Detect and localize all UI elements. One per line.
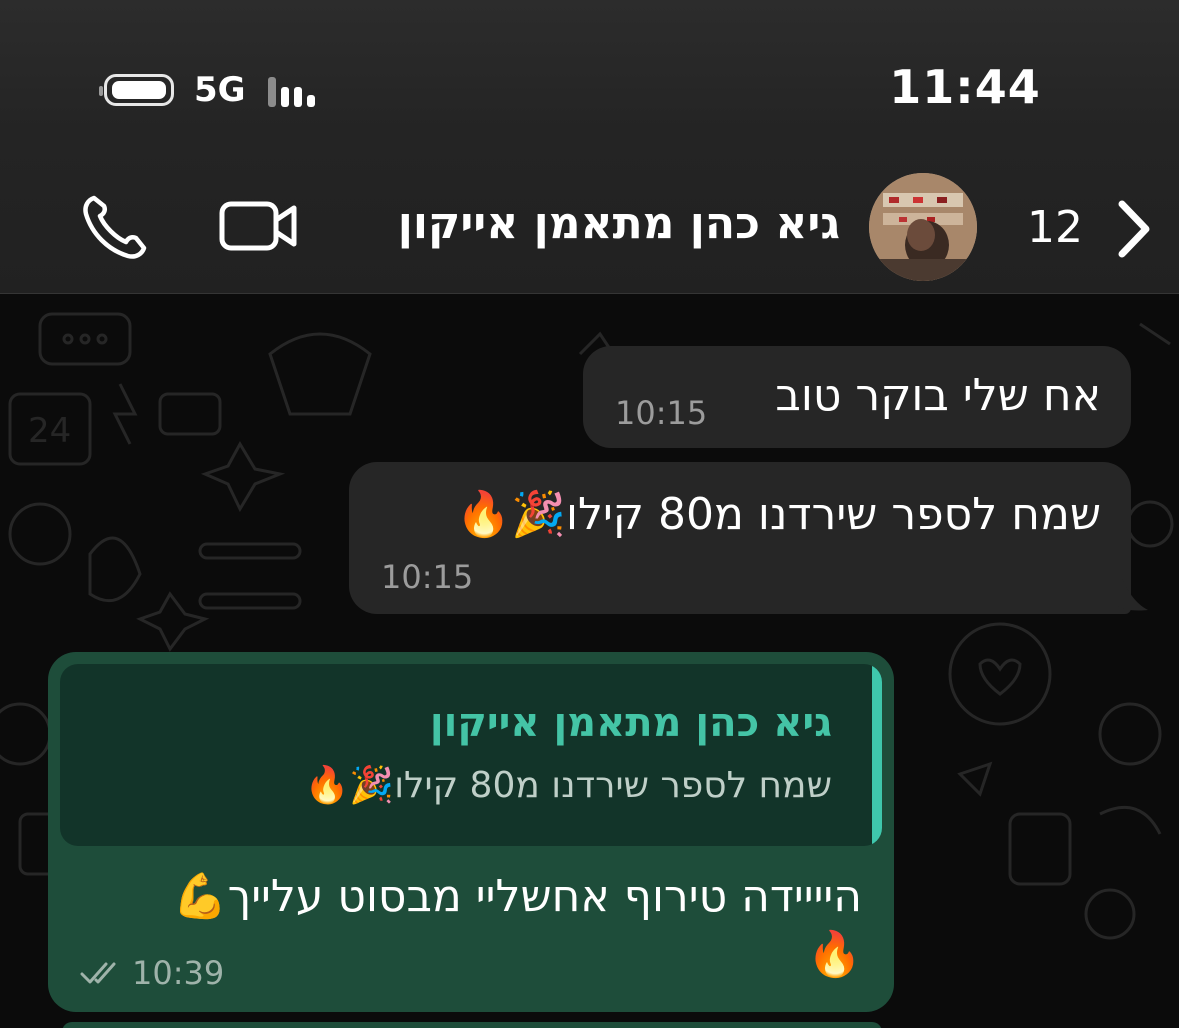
bubble-tail: [1118, 578, 1148, 611]
phone-icon[interactable]: [80, 192, 150, 262]
message-bubble-outgoing[interactable]: גיא כהן מתאמן אייקון שמח לספר שירדנו מ80…: [48, 652, 894, 1012]
message-text: אח שלי בוקר טוב: [775, 370, 1101, 421]
message-text-line2: 🔥: [807, 929, 862, 980]
unread-count[interactable]: 12: [1020, 202, 1090, 253]
message-text: שמח לספר שירדנו מ80 קילו🎉🔥: [456, 489, 1101, 540]
message-text: היייידה טירוף אחשליי מבסוט עלייך💪: [172, 871, 862, 922]
message-bubble-incoming[interactable]: שמח לספר שירדנו מ80 קילו🎉🔥 10:15: [349, 462, 1131, 614]
quote-author: גיא כהן מתאמן אייקון: [429, 700, 832, 746]
read-ticks-icon: [80, 962, 116, 984]
message-bubble-incoming[interactable]: אח שלי בוקר טוב 10:15: [583, 346, 1131, 448]
chat-area[interactable]: 24 אח שלי בוקר טוב 10:15 שמח לספר שירדנו…: [0, 294, 1179, 1028]
quote-accent-bar: [872, 664, 882, 846]
message-time: 10:39: [132, 954, 225, 992]
message-time: 10:15: [381, 558, 474, 596]
network-label: 5G: [194, 70, 246, 110]
svg-text:24: 24: [28, 411, 71, 451]
quote-text: שמח לספר שירדנו מ80 קילו🎉🔥: [304, 765, 832, 806]
chat-header: 5G 11:44 12 גיא כהן מתאמן אייקון: [0, 0, 1179, 294]
message-time: 10:15: [615, 394, 708, 432]
battery-icon: [99, 74, 174, 106]
status-time: 11:44: [889, 60, 1041, 114]
contact-name[interactable]: גיא כהן מתאמן אייקון: [380, 198, 840, 249]
signal-icon: [267, 73, 320, 107]
status-indicators: 5G: [98, 70, 320, 110]
next-message-bubble[interactable]: [62, 1022, 882, 1028]
quoted-message[interactable]: גיא כהן מתאמן אייקון שמח לספר שירדנו מ80…: [60, 664, 882, 846]
video-camera-icon[interactable]: [218, 196, 300, 256]
chevron-left-icon[interactable]: [1108, 196, 1156, 262]
avatar[interactable]: [869, 173, 977, 281]
